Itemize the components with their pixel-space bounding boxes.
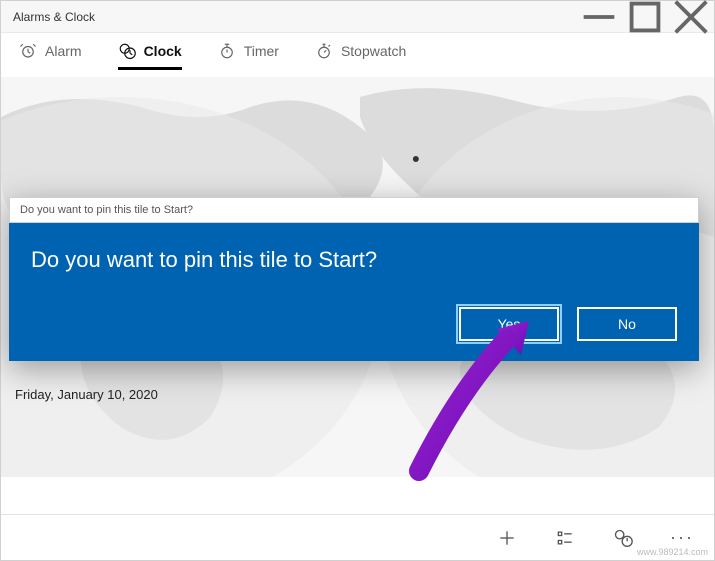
tab-timer[interactable]: Timer (218, 42, 279, 68)
tab-clock-label: Clock (144, 43, 182, 59)
pin-to-start-dialog: Do you want to pin this tile to Start? D… (9, 197, 699, 361)
dialog-body: Do you want to pin this tile to Start? Y… (9, 223, 699, 361)
tab-stopwatch-label: Stopwatch (341, 43, 406, 59)
yes-button[interactable]: Yes (459, 307, 559, 341)
no-button-label: No (618, 316, 636, 332)
watermark: www.989214.com (637, 547, 708, 557)
titlebar: Alarms & Clock (1, 1, 714, 33)
dialog-actions: Yes No (31, 307, 677, 341)
stopwatch-icon (315, 42, 333, 60)
window-title: Alarms & Clock (13, 10, 95, 24)
tab-timer-label: Timer (244, 43, 279, 59)
tab-stopwatch[interactable]: Stopwatch (315, 42, 406, 68)
dialog-titlebar: Do you want to pin this tile to Start? (9, 197, 699, 223)
pin-button[interactable] (612, 527, 634, 549)
command-bar: ··· (1, 514, 714, 560)
app-window: Alarms & Clock Alarm Clock (0, 0, 715, 561)
maximize-button[interactable] (622, 1, 668, 33)
tab-alarm-label: Alarm (45, 43, 82, 59)
timer-icon (218, 42, 236, 60)
current-date-label: Friday, January 10, 2020 (15, 387, 158, 402)
more-button[interactable]: ··· (670, 527, 694, 548)
select-button[interactable] (554, 527, 576, 549)
add-clock-button[interactable] (496, 527, 518, 549)
clock-icon (118, 42, 136, 60)
close-button[interactable] (668, 1, 714, 33)
dialog-message: Do you want to pin this tile to Start? (31, 247, 677, 273)
no-button[interactable]: No (577, 307, 677, 341)
window-controls (576, 1, 714, 33)
tab-bar: Alarm Clock Timer Stopwatch (1, 33, 714, 77)
yes-button-label: Yes (498, 316, 521, 332)
minimize-button[interactable] (576, 1, 622, 33)
tab-clock[interactable]: Clock (118, 42, 182, 68)
tab-alarm[interactable]: Alarm (19, 42, 82, 68)
alarm-icon (19, 42, 37, 60)
